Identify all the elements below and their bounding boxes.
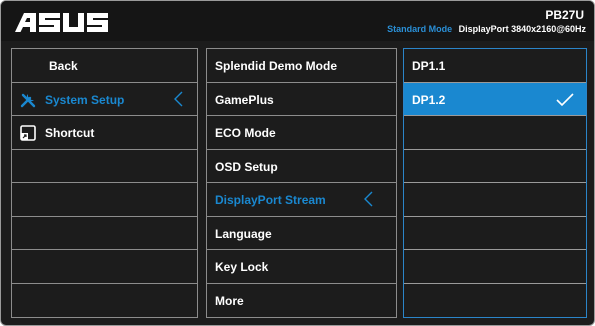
menu-item-empty (12, 250, 197, 284)
wrench-screwdriver-icon (20, 93, 36, 107)
menu-item-label: GamePlus (215, 92, 274, 107)
menu-item-label: Splendid Demo Mode (215, 59, 338, 73)
option-empty (404, 150, 586, 183)
osd-header: PB27U Standard Mode DisplayPort 3840x216… (1, 1, 594, 41)
menu-item-gameplus[interactable]: GamePlus (207, 83, 396, 116)
option-label: DP1.2 (412, 92, 446, 107)
option-empty (404, 116, 586, 150)
menu-item-label: DisplayPort Stream (215, 193, 326, 207)
menu-item-label: Key Lock (215, 260, 269, 274)
menu-item-language[interactable]: Language (207, 217, 396, 250)
menu-item-label: Shortcut (45, 126, 95, 140)
osd-frame: PB27U Standard Mode DisplayPort 3840x216… (0, 0, 595, 326)
menu-item-system-setup[interactable]: System Setup (12, 83, 197, 116)
menu-item-label: System Setup (45, 92, 125, 107)
menu-item-label: Back (49, 59, 78, 73)
menu-item-key-lock[interactable]: Key Lock (207, 250, 396, 284)
model-name: PB27U (545, 8, 584, 22)
menu-item-more[interactable]: More (207, 284, 396, 318)
menu-item-osd-setup[interactable]: OSD Setup (207, 150, 396, 183)
menu-item-empty (12, 183, 197, 217)
menu-item-empty (12, 217, 197, 250)
checkmark-icon (556, 92, 574, 106)
option-empty (404, 217, 586, 250)
shortcut-icon (20, 125, 36, 141)
menu-item-shortcut[interactable]: Shortcut (12, 116, 197, 150)
chevron-left-icon (364, 191, 373, 207)
system-setup-panel: Splendid Demo Mode GamePlus ECO Mode OSD… (206, 48, 397, 318)
menu-item-empty (12, 150, 197, 183)
chevron-left-icon (174, 91, 183, 106)
main-menu-panel: Back System Setup Shortcut (11, 48, 198, 318)
menu-item-displayport-stream[interactable]: DisplayPort Stream (207, 183, 396, 217)
option-dp1-2[interactable]: DP1.2 (404, 82, 586, 116)
menu-item-back[interactable]: Back (12, 49, 197, 83)
preset-mode: Standard Mode (387, 24, 453, 34)
displayport-stream-panel: DP1.1 DP1.2 (403, 48, 587, 318)
menu-item-label: ECO Mode (215, 126, 276, 140)
menu-item-empty (12, 284, 197, 318)
asus-logo (15, 13, 108, 32)
menu-item-label: More (215, 293, 244, 308)
menu-item-label: OSD Setup (215, 159, 278, 174)
option-empty (404, 183, 586, 217)
input-info: DisplayPort 3840x2160@60Hz (458, 24, 586, 34)
option-empty (404, 250, 586, 284)
option-label: DP1.1 (412, 59, 446, 73)
menu-item-label: Language (215, 226, 272, 241)
option-dp1-1[interactable]: DP1.1 (404, 49, 586, 83)
menu-item-eco-mode[interactable]: ECO Mode (207, 116, 396, 150)
menu-item-splendid-demo-mode[interactable]: Splendid Demo Mode (207, 49, 396, 83)
status-line: Standard Mode DisplayPort 3840x2160@60Hz (387, 24, 586, 34)
option-empty (404, 284, 586, 318)
